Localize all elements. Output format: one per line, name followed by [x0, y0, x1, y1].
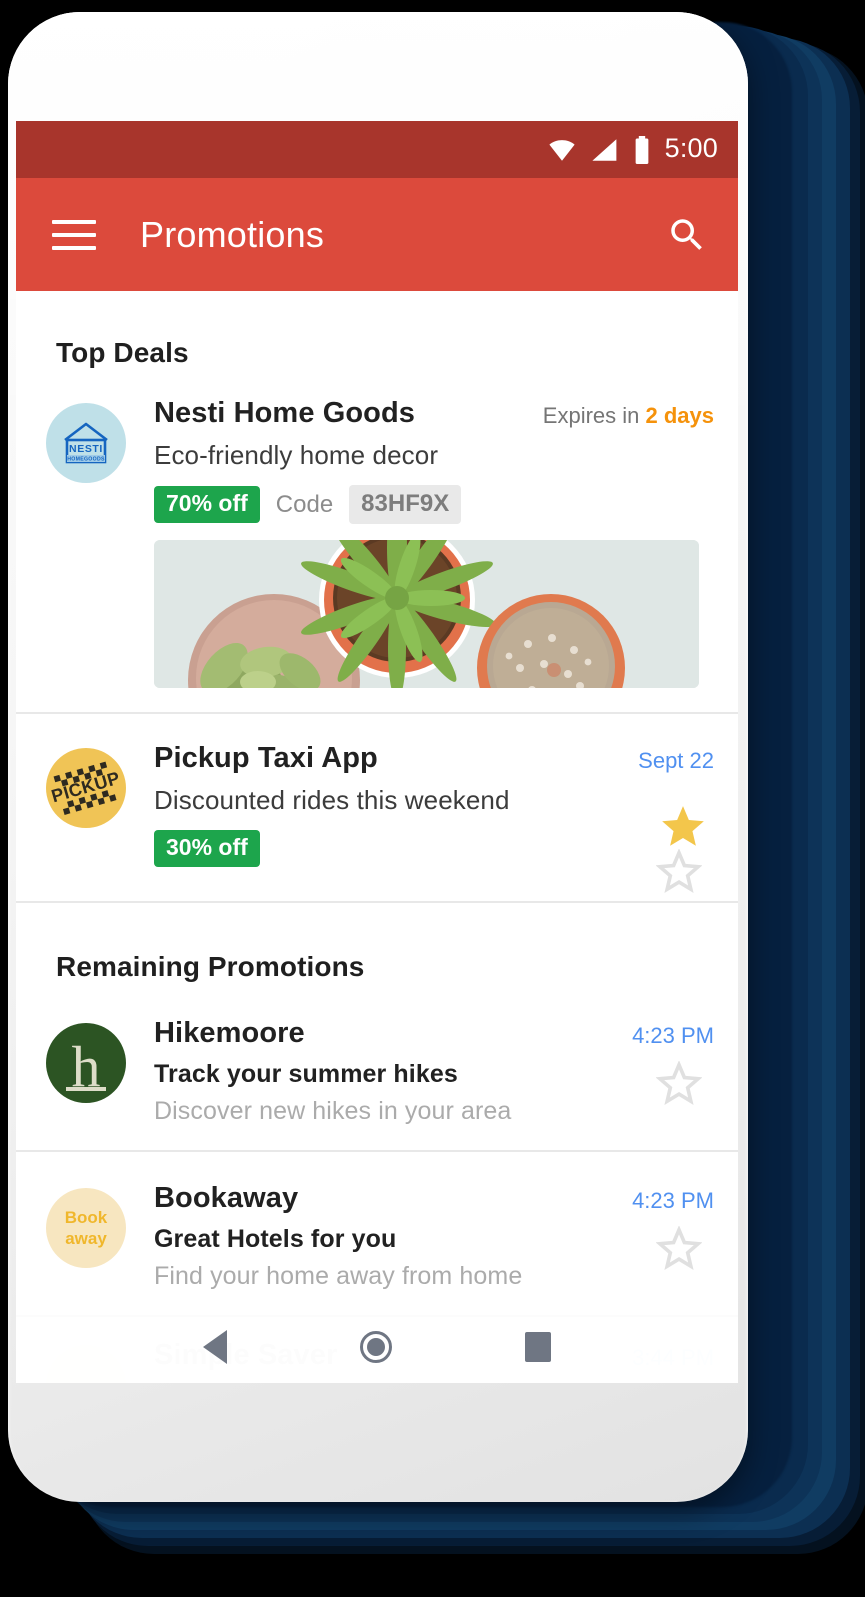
deal-expiry-accent: 2 days — [645, 403, 715, 428]
promotion-body: Bookaway 4:23 PM Great Hotels for you Fi… — [128, 1182, 714, 1291]
favorite-star-icon[interactable] — [655, 1060, 703, 1107]
promotion-row-hikemoore[interactable]: h Hikemoore 4:23 PM Track your summer hi… — [16, 983, 738, 1150]
screenshot-stage: 5:00 Promotions Top Deals NESTI HOMEGOOD… — [0, 0, 865, 1597]
nav-home-icon[interactable] — [359, 1331, 392, 1363]
phone-screen: 5:00 Promotions Top Deals NESTI HOMEGOOD… — [16, 121, 738, 1383]
promotions-content: Top Deals NESTI HOMEGOODS Nesti Home Goo… — [16, 291, 738, 1383]
avatar-hikemoore: h — [46, 1023, 126, 1103]
promotion-time: 4:23 PM — [632, 1188, 714, 1213]
promotion-preview: Find your home away from home — [154, 1262, 523, 1290]
promotion-preview: Discover new hikes in your area — [154, 1097, 512, 1125]
deal-date: Sept 22 — [638, 748, 714, 773]
promotion-time: 4:23 PM — [632, 1023, 714, 1048]
promotion-brand-name: Bookaway — [154, 1182, 299, 1214]
deal-row-nesti[interactable]: NESTI HOMEGOODS Nesti Home Goods Expires… — [16, 369, 738, 894]
status-bar: 5:00 — [16, 121, 738, 178]
promotion-header-line: Hikemoore 4:23 PM — [154, 1017, 714, 1050]
deal-subtitle: Discounted rides this weekend — [154, 785, 510, 815]
avatar-column: h — [46, 1017, 128, 1126]
promo-image-succulents — [154, 540, 699, 688]
promotion-subject: Great Hotels for you — [154, 1225, 397, 1253]
avatar-pickup-logo: PICKUP — [46, 748, 126, 828]
promotion-subject: Track your summer hikes — [154, 1060, 458, 1088]
avatar-text-line1: Book — [64, 1207, 108, 1227]
avatar-column: Book away — [46, 1182, 128, 1291]
page-title: Promotions — [140, 213, 325, 255]
deal-badge-line: 70% off Code 83HF9X — [154, 485, 714, 524]
section-header-top-deals: Top Deals — [56, 337, 189, 368]
deal-header-line: Pickup Taxi App Sept 22 — [154, 742, 714, 775]
deal-body: Nesti Home Goods Expires in 2 days Eco-f… — [128, 397, 714, 688]
avatar-text: Book away — [65, 1207, 108, 1250]
nav-recent-apps-icon[interactable] — [525, 1332, 552, 1362]
svg-text:HOMEGOODS: HOMEGOODS — [67, 457, 105, 463]
status-bar-time: 5:00 — [664, 133, 718, 163]
section-header-remaining: Remaining Promotions — [56, 951, 365, 982]
deal-expiry: Expires in 2 days — [543, 397, 714, 429]
avatar-underline — [66, 1087, 106, 1091]
signal-icon — [591, 138, 619, 162]
code-label: Code — [275, 490, 334, 518]
deal-body: Pickup Taxi App Sept 22 Discounted rides… — [128, 742, 714, 867]
svg-text:NESTI: NESTI — [69, 443, 103, 455]
promotion-brand-name: Hikemoore — [154, 1017, 305, 1049]
discount-badge: 30% off — [154, 830, 260, 867]
discount-badge: 70% off — [154, 486, 260, 523]
deal-badge-line: 30% off — [154, 830, 714, 867]
wifi-icon — [547, 138, 577, 162]
android-navigation-bar — [16, 1311, 738, 1383]
promotion-header-line: Bookaway 4:23 PM — [154, 1182, 714, 1215]
promo-code-chip[interactable]: 83HF9X — [349, 485, 462, 524]
avatar-bookaway: Book away — [46, 1188, 126, 1268]
deal-header-line: Nesti Home Goods Expires in 2 days — [154, 397, 714, 430]
avatar-text-line2: away — [65, 1229, 107, 1248]
battery-icon — [633, 135, 651, 164]
phone-device: 5:00 Promotions Top Deals NESTI HOMEGOOD… — [8, 12, 748, 1502]
deal-brand-name: Pickup Taxi App — [154, 742, 378, 774]
deal-expiry-prefix: Expires in — [542, 403, 646, 428]
avatar-column: NESTI HOMEGOODS — [46, 397, 128, 688]
deal-row-pickup[interactable]: PICKUP Pickup Taxi App Sept 22 Discounte… — [16, 714, 738, 901]
favorite-star-icon-filled[interactable] — [658, 802, 704, 848]
avatar-nesti-logo: NESTI HOMEGOODS — [46, 403, 126, 483]
hamburger-menu-icon[interactable] — [52, 219, 96, 250]
deal-subtitle: Eco-friendly home decor — [154, 440, 439, 470]
promotion-body: Hikemoore 4:23 PM Track your summer hike… — [128, 1017, 714, 1126]
app-bar: Promotions — [16, 178, 738, 291]
avatar-column: PICKUP — [46, 742, 128, 867]
promotion-row-bookaway[interactable]: Book away Bookaway 4:23 PM Great Hotels … — [16, 1152, 738, 1315]
favorite-star-icon[interactable] — [655, 1225, 703, 1272]
deal-brand-name: Nesti Home Goods — [154, 397, 416, 429]
nav-back-icon[interactable] — [202, 1330, 227, 1364]
avatar-letter: h — [71, 1033, 101, 1099]
search-icon[interactable] — [664, 212, 710, 258]
